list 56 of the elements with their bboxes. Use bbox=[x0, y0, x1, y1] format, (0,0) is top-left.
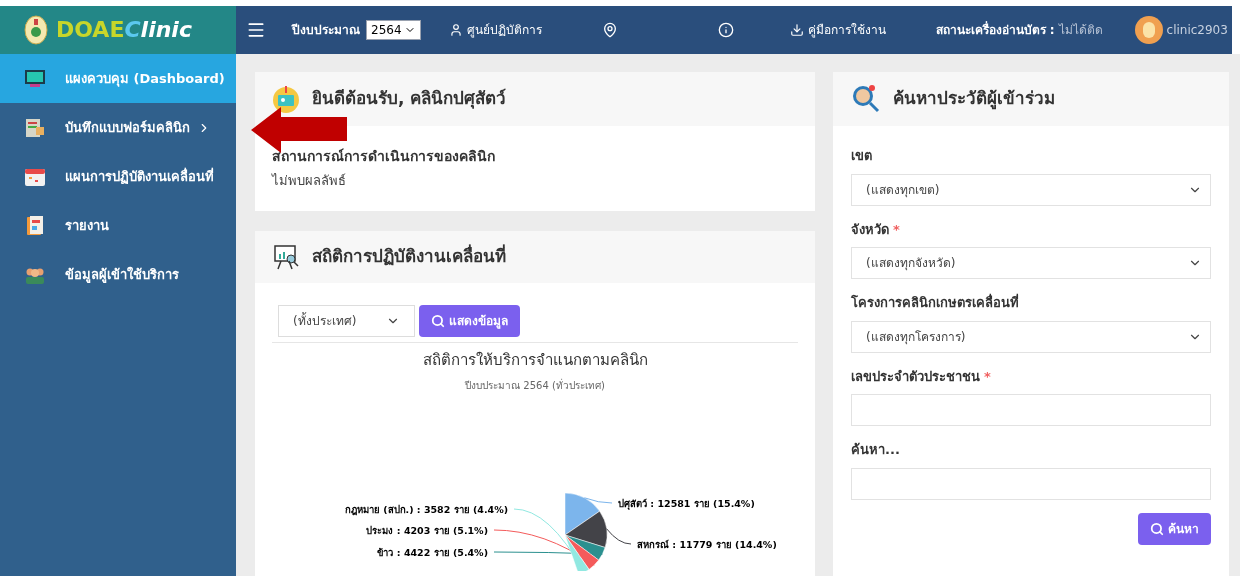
select-field[interactable]: (แสดงทุกเขต) bbox=[851, 173, 1211, 206]
empty-message: ไม่พบผลลัพธ์ bbox=[272, 172, 347, 190]
input-field[interactable] bbox=[851, 394, 1211, 426]
monitor-icon bbox=[24, 67, 46, 90]
reader-status: ไม่ได้ติด bbox=[1058, 22, 1103, 39]
manual-link[interactable]: คู่มือการใช้งาน bbox=[789, 21, 886, 39]
leader-line bbox=[584, 496, 613, 503]
logo-text[interactable]: DOAEClinic bbox=[56, 19, 192, 41]
chart-subtitle: ปีงบประมาณ 2564 (ทั่วประเทศ) bbox=[463, 377, 606, 393]
leader-line bbox=[606, 527, 632, 544]
data-label: สหกรณ์ : 11779 ราย (14.4%) bbox=[637, 538, 777, 550]
map-pin-icon[interactable] bbox=[601, 22, 618, 38]
sidebar-item[interactable]: รายงาน bbox=[0, 201, 236, 250]
card-title: สถิติการปฏิบัติงานเคลื่อนที่ bbox=[312, 244, 506, 269]
data-label: ข้าว : 4422 ราย (5.4%) bbox=[377, 546, 488, 558]
data-label: ประมง : 4203 ราย (5.1%) bbox=[366, 524, 488, 536]
sidebar-item[interactable]: ข้อมูลผู้เข้าใช้บริการ bbox=[0, 250, 236, 299]
presentation-icon bbox=[272, 243, 300, 271]
required-mark: * bbox=[984, 367, 991, 386]
emblem-icon bbox=[24, 15, 48, 45]
user-name[interactable]: clinic2903 bbox=[1166, 21, 1228, 39]
data-label: กฎหมาย (สปก.) : 3582 ราย (4.4%) bbox=[344, 503, 508, 515]
year-select[interactable]: 2564 bbox=[366, 20, 421, 40]
search-icon bbox=[431, 314, 445, 328]
id-badge-icon bbox=[272, 85, 300, 113]
search-icon bbox=[1150, 521, 1164, 536]
field-label: ค้นหา... bbox=[851, 441, 900, 459]
field-label: เลขประจำตัวประชาชน bbox=[851, 367, 980, 386]
card-title: ค้นหาประวัติผู้เข้าร่วม bbox=[893, 87, 1055, 112]
status-heading: สถานการณ์การดำเนินการของคลินิก bbox=[272, 147, 496, 166]
select-field[interactable]: (แสดงทุกจังหวัด) bbox=[851, 247, 1211, 279]
sidebar-item[interactable]: บันทึกแบบฟอร์มคลินิก bbox=[0, 103, 236, 152]
chart-title: สถิติการให้บริการจำแนกตามคลินิก bbox=[421, 350, 649, 371]
reader-label: สถานะเครื่องอ่านบัตร : bbox=[935, 21, 1055, 39]
clipboard-icon bbox=[24, 116, 46, 139]
report-icon bbox=[24, 214, 46, 237]
center-link[interactable]: ศูนย์ปฏิบัติการ bbox=[448, 21, 542, 39]
input-field[interactable] bbox=[851, 467, 1211, 500]
year-label: ปีงบประมาณ bbox=[292, 22, 360, 39]
sidebar-item[interactable]: แผนการปฏิบัติงานเคลื่อนที่ bbox=[0, 152, 236, 201]
user-icon bbox=[448, 23, 463, 37]
field-label: โครงการคลินิกเกษตรเคลื่อนที่ bbox=[851, 293, 1019, 312]
search-button[interactable]: ค้นหา bbox=[1138, 512, 1211, 545]
magnifier-icon bbox=[851, 84, 881, 114]
data-label: ปศุสัตว์ : 12581 ราย (15.4%) bbox=[618, 497, 755, 509]
avatar-icon[interactable] bbox=[1134, 16, 1163, 44]
card-title: ยินดีต้อนรับ, คลินิกปศุสัตว์ bbox=[312, 87, 507, 111]
menu-icon[interactable] bbox=[246, 20, 266, 40]
show-data-button[interactable]: แสดงข้อมูล bbox=[419, 305, 520, 337]
info-icon[interactable] bbox=[717, 22, 734, 38]
field-label: เขต bbox=[851, 147, 872, 165]
region-select[interactable]: (ทั้งประเทศ) bbox=[278, 305, 415, 337]
download-icon bbox=[789, 23, 804, 37]
select-field[interactable]: (แสดงทุกโครงการ) bbox=[851, 320, 1211, 353]
required-mark: * bbox=[893, 220, 900, 239]
field-label: จังหวัด bbox=[851, 220, 889, 239]
